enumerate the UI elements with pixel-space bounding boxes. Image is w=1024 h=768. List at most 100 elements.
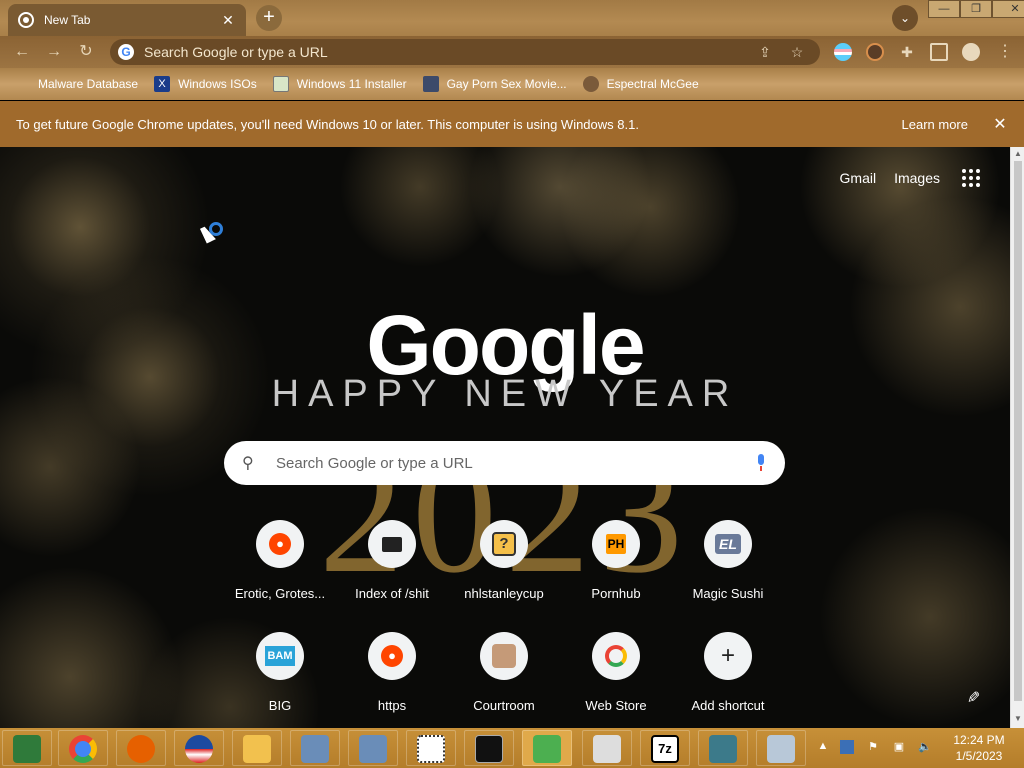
bookmark-espectral-mcgee[interactable]: Espectral McGee <box>582 76 699 92</box>
taskbar-installer[interactable] <box>698 730 748 766</box>
side-panel-icon[interactable] <box>930 43 948 61</box>
volume-icon[interactable]: 🔈 <box>918 740 932 754</box>
network-tray-icon[interactable]: ▣ <box>892 740 906 754</box>
taskbar-firefox[interactable] <box>116 730 166 766</box>
bam-icon: BAM <box>265 646 295 666</box>
folder-icon <box>243 735 271 763</box>
clock-time: 12:24 PM <box>953 733 1005 747</box>
display-icon <box>767 735 795 763</box>
shortcut-icon-circle: ? <box>480 520 528 568</box>
globe-icon <box>422 76 439 92</box>
pride-flag-extension-icon[interactable] <box>834 43 852 61</box>
bookmarks-bar: Malware Database X Windows ISOs Windows … <box>0 68 1024 100</box>
ntp-search-box[interactable]: ⚲ Search Google or type a URL <box>224 441 785 485</box>
shortcut-icon-circle: ● <box>368 632 416 680</box>
window-controls: — ❐ ✕ <box>928 0 1024 18</box>
tray-overflow-arrow-icon[interactable]: ▲ <box>816 740 830 754</box>
shortcut-tile[interactable]: ? nhlstanleycup <box>448 520 560 612</box>
shortcut-icon-circle: BAM <box>256 632 304 680</box>
taskbar-chrome[interactable] <box>58 730 108 766</box>
minimize-button[interactable]: — <box>928 0 960 18</box>
shortcut-icon-circle <box>592 632 640 680</box>
bookmark-windows-isos[interactable]: X Windows ISOs <box>154 76 257 92</box>
network-icon <box>301 735 329 763</box>
shortcut-label: Erotic, Grotes... <box>234 586 326 601</box>
taskbar-file-manager[interactable] <box>2 730 52 766</box>
ntp-search-placeholder[interactable]: Search Google or type a URL <box>276 455 755 472</box>
taskbar-explorer[interactable] <box>232 730 282 766</box>
pixel-art-icon <box>417 735 445 763</box>
search-icon: ⚲ <box>242 455 254 472</box>
reload-icon[interactable]: ↻ <box>76 42 96 62</box>
bookmark-star-icon[interactable]: ☆ <box>788 44 806 61</box>
menu-kebab-icon[interactable]: ⋮ <box>996 43 1014 61</box>
network-icon <box>359 735 387 763</box>
shortcut-tile[interactable]: EL Magic Sushi <box>672 520 784 612</box>
shortcut-tile[interactable]: PH Pornhub <box>560 520 672 612</box>
shortcut-tile[interactable]: Courtroom <box>448 632 560 724</box>
taskbar-clock[interactable]: 12:24 PM 1/5/2023 <box>944 732 1014 764</box>
shortcut-label: nhlstanleycup <box>464 586 544 601</box>
images-link[interactable]: Images <box>894 170 940 186</box>
reddit-icon: ● <box>269 533 291 555</box>
action-center-flag-icon[interactable]: ⚑ <box>866 740 880 754</box>
taskbar-network-2[interactable] <box>348 730 398 766</box>
tray-app-icon[interactable] <box>840 740 854 754</box>
taskbar-7zip[interactable]: 7z <box>640 730 690 766</box>
gmail-link[interactable]: Gmail <box>840 170 877 186</box>
share-icon[interactable]: ⇪ <box>756 44 774 61</box>
tab-strip: New Tab ✕ + ⌄ — ❐ ✕ <box>0 0 1024 36</box>
shortcut-tile[interactable]: Web Store <box>560 632 672 724</box>
folder-icon <box>382 536 402 552</box>
browser-toolbar: ← → ↻ G Search Google or type a URL ⇪ ☆ … <box>0 36 1024 68</box>
tab-new-tab[interactable]: New Tab ✕ <box>8 4 246 36</box>
taskbar-network-1[interactable] <box>290 730 340 766</box>
profile-icon[interactable] <box>962 43 980 61</box>
shortcut-label: Index of /shit <box>355 586 429 601</box>
back-arrow-icon[interactable]: ← <box>12 42 32 62</box>
shortcut-tile[interactable]: ● https <box>336 632 448 724</box>
shortcut-icon-circle: + <box>704 632 752 680</box>
scroll-down-arrow-icon[interactable]: ▼ <box>1014 714 1022 723</box>
google-apps-icon[interactable] <box>962 169 980 187</box>
scrollbar-thumb[interactable] <box>1014 161 1022 701</box>
close-window-button[interactable]: ✕ <box>992 0 1024 18</box>
shortcut-tile[interactable]: ● Erotic, Grotes... <box>224 520 336 612</box>
omnibox[interactable]: G Search Google or type a URL ⇪ ☆ <box>110 39 820 65</box>
infobar-close-icon[interactable]: ✕ <box>990 114 1010 134</box>
bookmark-label: Espectral McGee <box>606 77 699 91</box>
customize-pencil-icon[interactable]: ✎ <box>963 690 983 703</box>
extensions-puzzle-icon[interactable]: ✚ <box>898 43 916 61</box>
microphone-icon[interactable] <box>755 454 767 472</box>
new-tab-button[interactable]: + <box>256 5 282 31</box>
tab-search-chevron-icon[interactable]: ⌄ <box>892 5 918 31</box>
shortcut-icon-circle: PH <box>592 520 640 568</box>
add-shortcut-tile[interactable]: + Add shortcut <box>672 632 784 724</box>
bookmark-gay-porn-sex-movie[interactable]: Gay Porn Sex Movie... <box>422 76 567 92</box>
taskbar-terminal[interactable] <box>464 730 514 766</box>
forward-arrow-icon[interactable]: → <box>44 42 64 62</box>
shortcut-label: https <box>377 698 407 713</box>
taskbar-pixel-art[interactable] <box>406 730 456 766</box>
shortcut-icon-circle <box>368 520 416 568</box>
tab-title: New Tab <box>44 13 91 27</box>
avatar-icon <box>582 76 599 92</box>
taskbar-people[interactable] <box>522 730 572 766</box>
shortcut-tile[interactable]: Index of /shit <box>336 520 448 612</box>
tab-close-icon[interactable]: ✕ <box>220 12 236 28</box>
bookmark-malware-database[interactable]: Malware Database <box>14 76 138 92</box>
page-scrollbar[interactable]: ▲ ▼ <box>1010 147 1024 728</box>
taskbar-printer[interactable] <box>582 730 632 766</box>
taskbar-display[interactable] <box>756 730 806 766</box>
x-icon: X <box>154 76 171 92</box>
learn-more-link[interactable]: Learn more <box>902 117 968 132</box>
omnibox-placeholder[interactable]: Search Google or type a URL <box>144 44 756 60</box>
shortcut-tile[interactable]: BAM BIG <box>224 632 336 724</box>
chrome-icon <box>69 735 97 763</box>
taskbar-obama-logo[interactable] <box>174 730 224 766</box>
bookmark-windows-11-installer[interactable]: Windows 11 Installer <box>272 76 407 92</box>
avatar-extension-icon[interactable] <box>866 43 884 61</box>
restore-button[interactable]: ❐ <box>960 0 992 18</box>
scroll-up-arrow-icon[interactable]: ▲ <box>1014 149 1022 158</box>
clock-date: 1/5/2023 <box>955 749 1003 763</box>
